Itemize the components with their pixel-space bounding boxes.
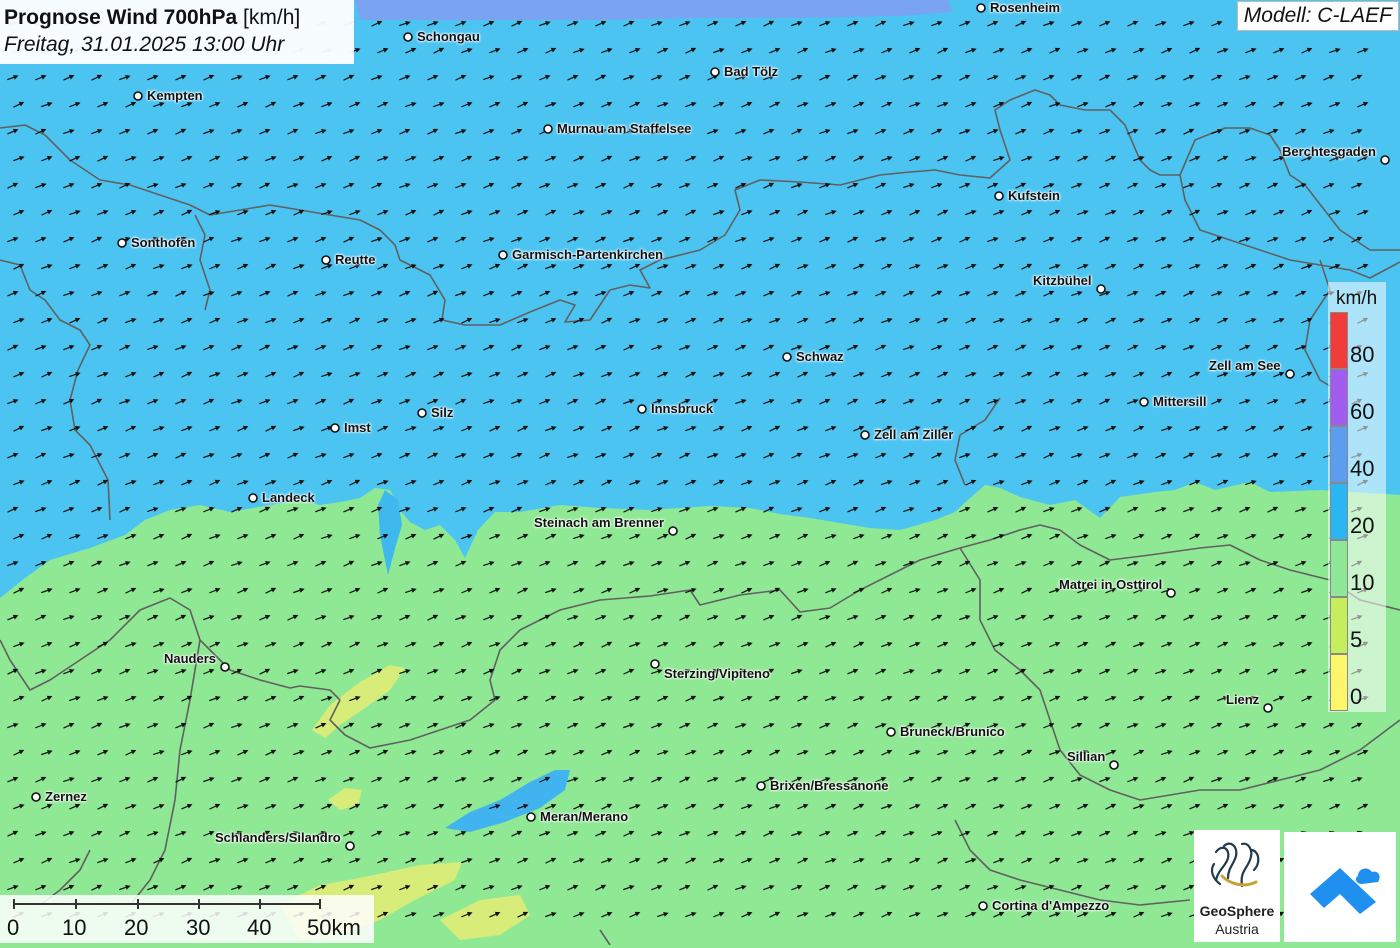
city-label: Bad Tölz xyxy=(724,64,779,79)
city-marker xyxy=(417,408,427,418)
legend-label: 80 xyxy=(1350,342,1375,367)
city-marker xyxy=(498,250,508,260)
mountain-cloud-icon xyxy=(1310,868,1380,914)
city-label: Meran/Merano xyxy=(540,809,629,824)
city-label: Murnau am Staffelsee xyxy=(557,121,692,136)
city-marker xyxy=(117,238,127,248)
city-marker xyxy=(330,423,340,433)
geosphere-sub: Austria xyxy=(1215,921,1259,937)
legend-label: 40 xyxy=(1350,456,1375,481)
city-label: Zell am See xyxy=(1209,358,1281,373)
city-label: Imst xyxy=(344,420,371,435)
geosphere-logo[interactable]: GeoSphere Austria xyxy=(1194,830,1280,942)
city-marker xyxy=(31,792,41,802)
city-marker xyxy=(994,191,1004,201)
city-label: Berchtesgaden xyxy=(1282,144,1376,159)
city-label: Schongau xyxy=(417,29,480,44)
legend-label: 0 xyxy=(1350,684,1363,709)
legend-swatch xyxy=(1330,540,1348,597)
city-marker xyxy=(668,526,678,536)
legend-label: 20 xyxy=(1350,513,1375,538)
city-label: Cortina d'Ampezzo xyxy=(992,898,1110,913)
legend-swatch xyxy=(1330,597,1348,654)
city-marker xyxy=(1285,369,1295,379)
city-marker xyxy=(637,404,647,414)
city-marker xyxy=(133,91,143,101)
legend-label: 5 xyxy=(1350,627,1363,652)
scale-bar: 0 10 20 30 40 50km xyxy=(0,895,374,943)
city-marker xyxy=(543,124,553,134)
city-marker xyxy=(220,662,230,672)
city-marker xyxy=(710,67,720,77)
city-label: Lienz xyxy=(1226,692,1260,707)
city-label: Steinach am Brenner xyxy=(534,515,665,530)
city-label: Sillian xyxy=(1067,749,1106,764)
title-bold: Prognose Wind 700hPa xyxy=(4,6,238,29)
city-marker xyxy=(403,32,413,42)
city-label: Garmisch-Partenkirchen xyxy=(512,247,664,262)
legend-swatch xyxy=(1330,312,1348,369)
city-label: Kufstein xyxy=(1008,188,1060,203)
forecast-date: Freitag, 31.01.2025 13:00 Uhr xyxy=(4,33,285,56)
city-marker xyxy=(1109,760,1119,770)
geosphere-emblem-icon xyxy=(1210,842,1260,888)
legend-swatch xyxy=(1330,426,1348,483)
title-unit: [km/h] xyxy=(243,6,301,29)
scale-label: 50km xyxy=(307,915,361,940)
city-marker xyxy=(650,659,660,669)
legend-swatch xyxy=(1330,483,1348,540)
city-marker xyxy=(976,3,986,13)
city-marker xyxy=(526,812,536,822)
city-label: Kempten xyxy=(147,88,203,103)
city-label: Reutte xyxy=(335,252,376,267)
map-title: Prognose Wind 700hPa [km/h] xyxy=(4,4,350,31)
city-label: Mittersill xyxy=(1153,394,1207,409)
city-label: Zell am Ziller xyxy=(874,427,954,442)
city-label: Nauders xyxy=(164,651,217,666)
city-label: Rosenheim xyxy=(990,0,1061,15)
city-marker xyxy=(860,430,870,440)
city-marker xyxy=(321,255,331,265)
legend-swatch xyxy=(1330,654,1348,711)
wind-map xyxy=(0,0,1400,945)
city-label: Brixen/Bressanone xyxy=(770,778,889,793)
city-label: Matrei in Osttirol xyxy=(1059,577,1163,592)
city-label: Landeck xyxy=(262,490,315,505)
title-box: Prognose Wind 700hPa [km/h] Freitag, 31.… xyxy=(0,0,354,64)
legend-swatch xyxy=(1330,369,1348,426)
city-marker xyxy=(1139,397,1149,407)
city-marker xyxy=(1380,155,1390,165)
city-marker xyxy=(1166,588,1176,598)
legend-label: 10 xyxy=(1350,570,1375,595)
scale-label: 30 xyxy=(186,915,211,940)
city-marker xyxy=(1096,284,1106,294)
city-marker xyxy=(978,901,988,911)
city-marker xyxy=(782,352,792,362)
scale-label: 10 xyxy=(62,915,87,940)
city-label: Silz xyxy=(431,405,454,420)
city-label: Schwaz xyxy=(796,349,844,364)
scale-label: 0 xyxy=(7,915,20,940)
city-label: Bruneck/Brunico xyxy=(900,724,1005,739)
city-label: Kitzbühel xyxy=(1033,273,1092,288)
city-marker xyxy=(756,781,766,791)
legend-label: 60 xyxy=(1350,399,1375,424)
city-label: Schlanders/Silandro xyxy=(215,830,341,845)
app-logo[interactable] xyxy=(1284,832,1396,942)
city-marker xyxy=(345,841,355,851)
model-label: Modell: C-LAEF xyxy=(1236,1,1399,31)
city-label: Sterzing/Vipiteno xyxy=(664,666,770,681)
scale-label: 40 xyxy=(247,915,272,940)
city-marker xyxy=(248,493,258,503)
city-marker xyxy=(1263,703,1273,713)
legend: km/h 80 60 40 20 10 5 0 xyxy=(1328,282,1386,712)
city-label: Sonthofen xyxy=(131,235,196,250)
city-marker xyxy=(886,727,896,737)
geosphere-name: GeoSphere xyxy=(1199,903,1275,919)
city-label: Innsbruck xyxy=(651,401,714,416)
city-label: Zernez xyxy=(45,789,87,804)
legend-unit: km/h xyxy=(1336,288,1378,309)
scale-label: 20 xyxy=(124,915,149,940)
